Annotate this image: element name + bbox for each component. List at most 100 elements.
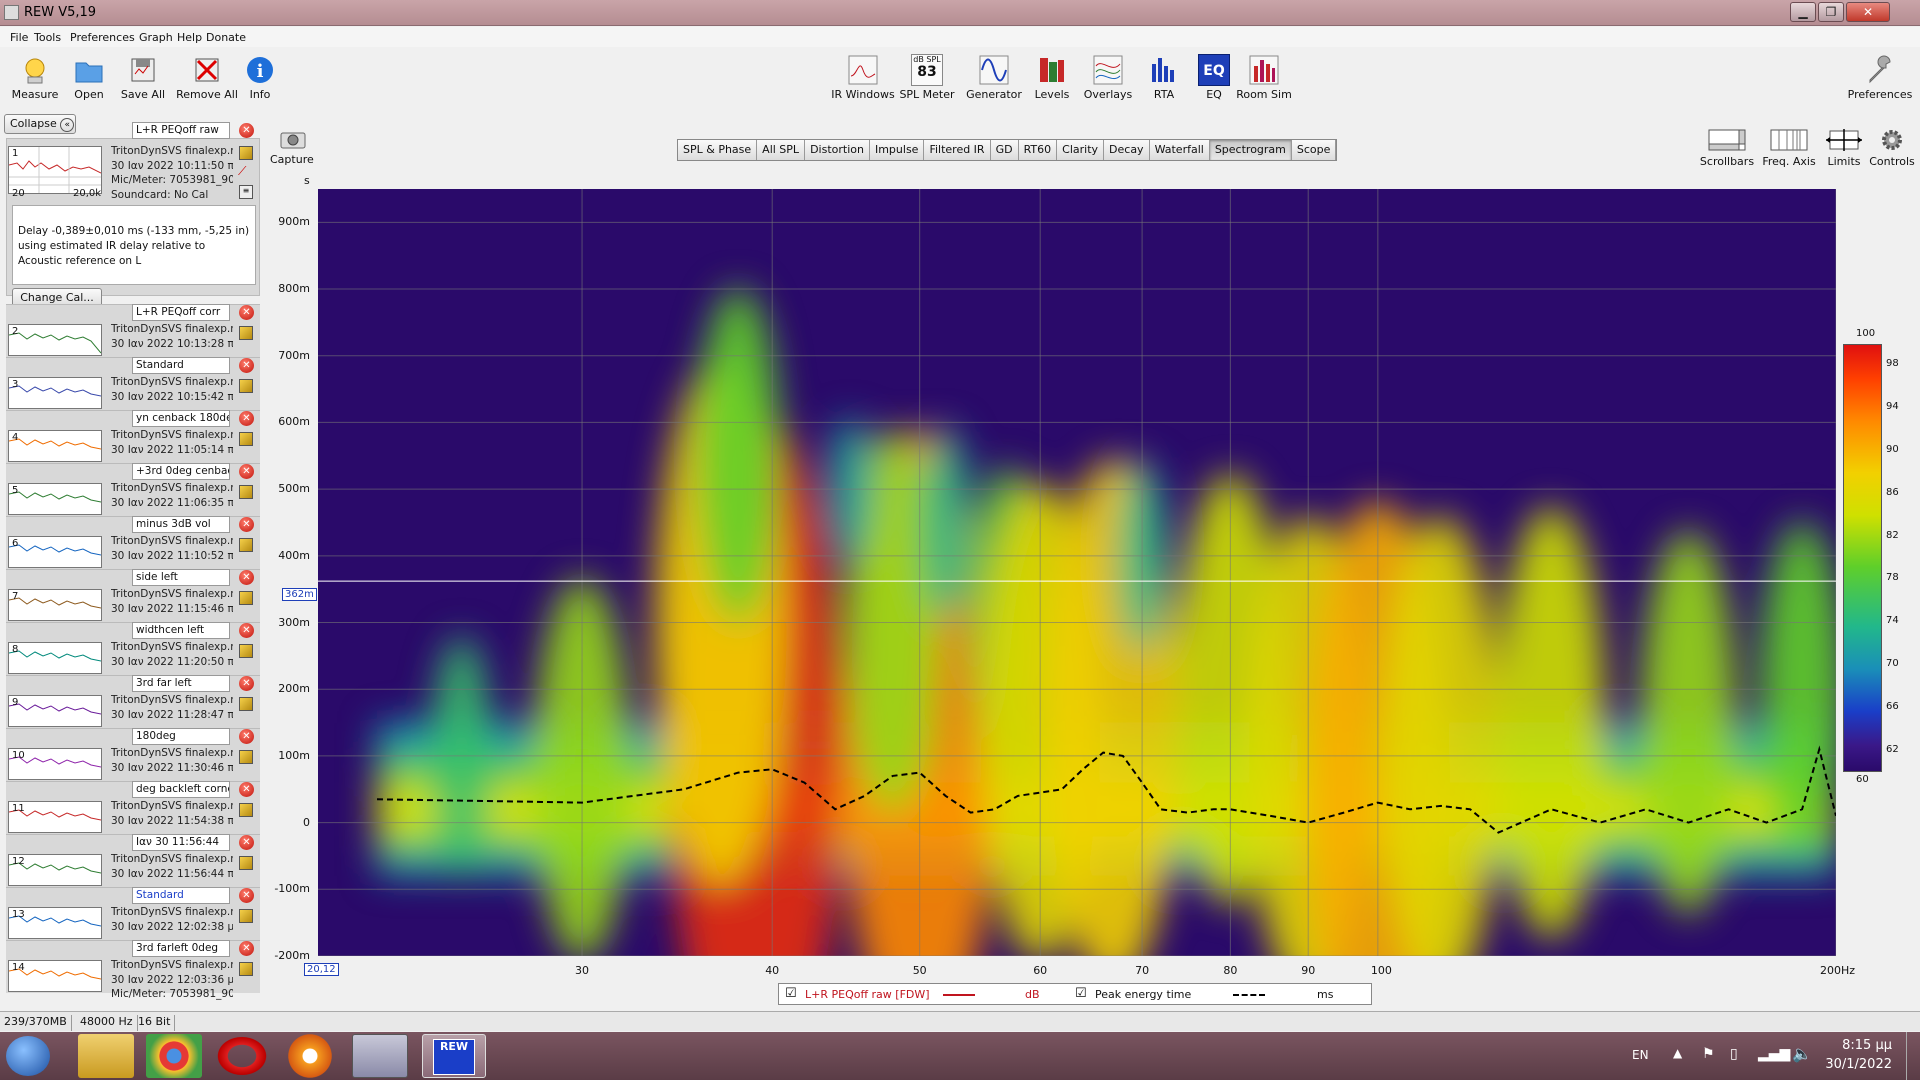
taskbar-chrome-icon[interactable] <box>146 1034 202 1078</box>
language-indicator[interactable]: EN <box>1632 1048 1649 1062</box>
measurement-name[interactable]: Standard <box>132 357 230 374</box>
remove-measurement-button[interactable]: ✕ <box>239 782 254 797</box>
legend-1-checkbox[interactable]: ☑ <box>785 986 797 1001</box>
tab-impulse[interactable]: Impulse <box>869 140 925 160</box>
edit-measurement-icon[interactable] <box>239 379 253 393</box>
taskbar-opera-icon[interactable] <box>214 1034 270 1078</box>
remove-measurement-button[interactable]: ✕ <box>239 835 254 850</box>
remove-measurement-button[interactable]: ✕ <box>239 411 254 426</box>
scrollbars-button[interactable]: Scrollbars <box>1698 128 1756 168</box>
edit-measurement-icon[interactable] <box>239 962 253 976</box>
remove-measurement-button[interactable]: ✕ <box>239 623 254 638</box>
room-sim-button[interactable]: Room Sim <box>1229 54 1299 101</box>
edit-measurement-icon[interactable] <box>239 432 253 446</box>
remove-measurement-button[interactable]: ✕ <box>239 676 254 691</box>
speaker-icon[interactable]: 🔈 <box>1792 1044 1812 1063</box>
close-button[interactable]: ✕ <box>1846 2 1890 22</box>
spectrogram-plot[interactable] <box>318 189 1836 956</box>
show-desktop-button[interactable] <box>1906 1032 1920 1080</box>
remove-measurement-button[interactable]: ✕ <box>239 941 254 956</box>
tab-gd[interactable]: GD <box>990 140 1019 160</box>
measurement-name[interactable]: 180deg <box>132 728 230 745</box>
edit-measurement-icon[interactable] <box>239 803 253 817</box>
menu-graph[interactable]: Graph <box>139 31 173 44</box>
measurement-thumb[interactable] <box>8 536 102 568</box>
start-button[interactable] <box>6 1036 50 1076</box>
network-icon[interactable]: ▂▄▆ <box>1758 1046 1790 1062</box>
flag-icon[interactable]: ⚑ <box>1702 1046 1715 1062</box>
measurement-name[interactable]: L+R PEQoff corr <box>132 304 230 321</box>
tab-all-spl[interactable]: All SPL <box>757 140 806 160</box>
x-min-readout[interactable]: 20,12 <box>304 963 339 976</box>
measurement-name[interactable]: widthcen left <box>132 622 230 639</box>
measurement-thumb-1[interactable] <box>8 146 102 194</box>
measurement-name[interactable]: deg backleft corner <box>132 781 230 798</box>
legend-2-checkbox[interactable]: ☑ <box>1075 986 1087 1001</box>
measurement-name[interactable]: +3rd 0deg cenback <box>132 463 230 480</box>
cursor-y-readout[interactable]: 362m <box>282 588 317 601</box>
capture-button[interactable]: Capture <box>270 128 314 166</box>
remove-measurement-button[interactable]: ✕ <box>239 305 254 320</box>
measurement-thumb[interactable] <box>8 695 102 727</box>
tab-scope[interactable]: Scope <box>1291 140 1337 160</box>
edit-measurement-icon[interactable] <box>239 856 253 870</box>
tray-expand-icon[interactable]: ▲ <box>1673 1046 1682 1060</box>
remove-measurement-button[interactable]: ✕ <box>239 464 254 479</box>
limits-button[interactable]: Limits <box>1820 128 1868 168</box>
measurement-name[interactable]: 3rd farleft 0deg <box>132 940 230 957</box>
tab-distortion[interactable]: Distortion <box>805 140 870 160</box>
tab-spl-phase[interactable]: SPL & Phase <box>678 140 758 160</box>
menu-help[interactable]: Help <box>177 31 202 44</box>
tab-filtered-ir[interactable]: Filtered IR <box>924 140 991 160</box>
edit-measurement-icon[interactable] <box>239 485 253 499</box>
edit-measurement-icon[interactable] <box>239 538 253 552</box>
measurement-name[interactable]: minus 3dB vol <box>132 516 230 533</box>
line-color-icon[interactable]: ⟋ <box>238 164 254 178</box>
measurement-thumb[interactable] <box>8 377 102 409</box>
preferences-button[interactable]: Preferences <box>1840 54 1920 101</box>
ir-windows-button[interactable]: IR Windows <box>828 54 898 101</box>
edit-measurement-icon[interactable] <box>239 644 253 658</box>
measurement-name[interactable]: side left <box>132 569 230 586</box>
taskbar-paint-icon[interactable] <box>352 1034 408 1078</box>
edit-measurement-icon[interactable] <box>239 909 253 923</box>
measurement-name[interactable]: Ιαν 30 11:56:44 <box>132 834 230 851</box>
battery-icon[interactable]: ▯ <box>1730 1046 1738 1062</box>
menu-donate[interactable]: Donate <box>206 31 246 44</box>
measurement-name[interactable]: 3rd far left <box>132 675 230 692</box>
tab-waterfall[interactable]: Waterfall <box>1149 140 1210 160</box>
remove-measurement-button[interactable]: ✕ <box>239 888 254 903</box>
menu-tools[interactable]: Tools <box>34 31 61 44</box>
freq-axis-button[interactable]: Freq. Axis <box>1760 128 1818 168</box>
minimize-button[interactable]: ▁ <box>1790 2 1816 22</box>
menu-file[interactable]: File <box>10 31 28 44</box>
measurement-thumb[interactable] <box>8 483 102 515</box>
tab-decay[interactable]: Decay <box>1104 140 1150 160</box>
measurement-thumb[interactable] <box>8 324 102 356</box>
clock-time[interactable]: 8:15 μμ <box>1836 1038 1892 1053</box>
edit-measurement-icon[interactable] <box>239 750 253 764</box>
measurement-name[interactable]: yn cenback 180deg <box>132 410 230 427</box>
edit-measurement-icon[interactable] <box>239 591 253 605</box>
tab-rt60[interactable]: RT60 <box>1018 140 1058 160</box>
taskbar-explorer-icon[interactable] <box>78 1034 134 1078</box>
edit-measurement-icon[interactable] <box>239 697 253 711</box>
menu-preferences[interactable]: Preferences <box>70 31 135 44</box>
remove-measurement-button[interactable]: ✕ <box>239 358 254 373</box>
notes-icon[interactable]: ≡ <box>239 185 253 199</box>
info-button[interactable]: i Info <box>225 54 295 101</box>
measurement-thumb[interactable] <box>8 642 102 674</box>
tab-clarity[interactable]: Clarity <box>1057 140 1105 160</box>
remove-measurement-1-button[interactable]: ✕ <box>239 123 254 138</box>
tab-spectrogram[interactable]: Spectrogram <box>1209 140 1292 160</box>
maximize-button[interactable]: ❐ <box>1818 2 1844 22</box>
edit-measurement-icon[interactable] <box>239 326 253 340</box>
clock-date[interactable]: 30/1/2022 <box>1822 1057 1892 1072</box>
measurement-name-1[interactable]: L+R PEQoff raw <box>132 122 230 139</box>
measurement-thumb[interactable] <box>8 589 102 621</box>
taskbar-rew-button[interactable]: REW <box>422 1034 486 1078</box>
taskbar-browser-icon[interactable] <box>282 1034 338 1078</box>
remove-measurement-button[interactable]: ✕ <box>239 517 254 532</box>
measurement-name[interactable]: Standard <box>132 887 230 904</box>
save-all-button[interactable]: Save All <box>108 54 178 101</box>
